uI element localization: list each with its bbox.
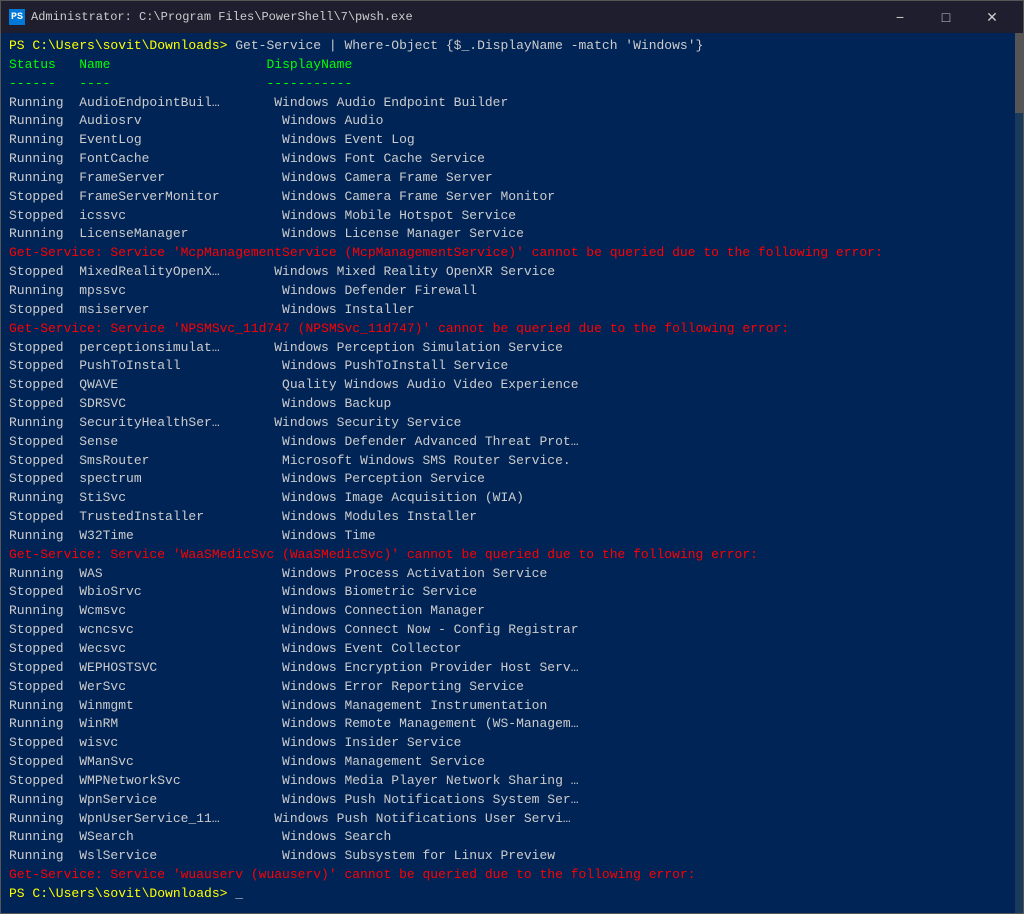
list-item: Stopped Sense Windows Defender Advanced … — [9, 433, 1015, 452]
list-item: Stopped icssvc Windows Mobile Hotspot Se… — [9, 207, 1015, 226]
list-item: Running WpnUserService_11… Windows Push … — [9, 810, 1015, 829]
title-bar-left: PS Administrator: C:\Program Files\Power… — [9, 9, 413, 25]
list-item: Stopped wisvc Windows Insider Service — [9, 734, 1015, 753]
list-item: Running LicenseManager Windows License M… — [9, 225, 1015, 244]
list-item: Running W32Time Windows Time — [9, 527, 1015, 546]
list-item: Running Winmgmt Windows Management Instr… — [9, 697, 1015, 716]
list-item: Stopped FrameServerMonitor Windows Camer… — [9, 188, 1015, 207]
name-header: Name — [79, 57, 110, 72]
list-item: Stopped Wecsvc Windows Event Collector — [9, 640, 1015, 659]
list-item: Stopped TrustedInstaller Windows Modules… — [9, 508, 1015, 527]
list-item: Stopped PushToInstall Windows PushToInst… — [9, 357, 1015, 376]
scrollbar-thumb[interactable] — [1015, 33, 1023, 113]
list-item: Running StiSvc Windows Image Acquisition… — [9, 489, 1015, 508]
title-bar: PS Administrator: C:\Program Files\Power… — [1, 1, 1023, 33]
list-item: Stopped WerSvc Windows Error Reporting S… — [9, 678, 1015, 697]
list-item: Stopped SmsRouter Microsoft Windows SMS … — [9, 452, 1015, 471]
name-sep: ---- — [79, 76, 110, 91]
list-item: Running WinRM Windows Remote Management … — [9, 715, 1015, 734]
list-item: Stopped WManSvc Windows Management Servi… — [9, 753, 1015, 772]
list-item: Running EventLog Windows Event Log — [9, 131, 1015, 150]
maximize-button[interactable]: □ — [923, 1, 969, 33]
list-item: Stopped perceptionsimulat… Windows Perce… — [9, 339, 1015, 358]
error-line: Get-Service: Service 'WaaSMedicSvc (WaaS… — [9, 546, 1015, 565]
command-text: Get-Service | Where-Object {$_.DisplayNa… — [227, 38, 703, 53]
list-item: Running SecurityHealthSer… Windows Secur… — [9, 414, 1015, 433]
list-item: Stopped WbioSrvc Windows Biometric Servi… — [9, 583, 1015, 602]
list-item: Running FrameServer Windows Camera Frame… — [9, 169, 1015, 188]
display-sep: ----------- — [266, 76, 352, 91]
list-item: Stopped WEPHOSTSVC Windows Encryption Pr… — [9, 659, 1015, 678]
list-item: Stopped spectrum Windows Perception Serv… — [9, 470, 1015, 489]
list-item: Stopped QWAVE Quality Windows Audio Vide… — [9, 376, 1015, 395]
list-item: Stopped WMPNetworkSvc Windows Media Play… — [9, 772, 1015, 791]
list-item: Stopped MixedRealityOpenX… Windows Mixed… — [9, 263, 1015, 282]
list-item: Running FontCache Windows Font Cache Ser… — [9, 150, 1015, 169]
final-prompt: PS C:\Users\sovit\Downloads> — [9, 886, 227, 901]
displayname-header: DisplayName — [266, 57, 352, 72]
list-item: Stopped SDRSVC Windows Backup — [9, 395, 1015, 414]
prompt-line: PS C:\Users\sovit\Downloads> Get-Service… — [9, 37, 1015, 56]
prompt-ps: PS C:\Users\sovit\Downloads> — [9, 38, 227, 53]
minimize-button[interactable]: − — [877, 1, 923, 33]
powershell-icon: PS — [9, 9, 25, 25]
list-item: Running Wcmsvc Windows Connection Manage… — [9, 602, 1015, 621]
list-item: Running WslService Windows Subsystem for… — [9, 847, 1015, 866]
list-item: Running Audiosrv Windows Audio — [9, 112, 1015, 131]
separator-line: ------ ---- ----------- — [9, 75, 1015, 94]
list-item: Running WSearch Windows Search — [9, 828, 1015, 847]
close-button[interactable]: ✕ — [969, 1, 1015, 33]
error-line: Get-Service: Service 'NPSMSvc_11d747 (NP… — [9, 320, 1015, 339]
error-line: Get-Service: Service 'wuauserv (wuauserv… — [9, 866, 1015, 885]
status-sep: ------ — [9, 76, 56, 91]
cursor: _ — [227, 886, 243, 901]
final-prompt-line: PS C:\Users\sovit\Downloads> _ — [9, 885, 1015, 904]
list-item: Stopped wcncsvc Windows Connect Now - Co… — [9, 621, 1015, 640]
list-item: Running WAS Windows Process Activation S… — [9, 565, 1015, 584]
list-item: Stopped msiserver Windows Installer — [9, 301, 1015, 320]
terminal-output: PS C:\Users\sovit\Downloads> Get-Service… — [1, 33, 1023, 913]
list-item: Running WpnService Windows Push Notifica… — [9, 791, 1015, 810]
status-header: Status — [9, 57, 56, 72]
title-bar-text: Administrator: C:\Program Files\PowerShe… — [31, 10, 413, 24]
list-item: Running AudioEndpointBuil… Windows Audio… — [9, 94, 1015, 113]
scrollbar[interactable] — [1015, 33, 1023, 913]
title-bar-controls: − □ ✕ — [877, 1, 1015, 33]
header-line: Status Name DisplayName — [9, 56, 1015, 75]
powershell-window: PS Administrator: C:\Program Files\Power… — [0, 0, 1024, 914]
error-line: Get-Service: Service 'McpManagementServi… — [9, 244, 1015, 263]
list-item: Running mpssvc Windows Defender Firewall — [9, 282, 1015, 301]
